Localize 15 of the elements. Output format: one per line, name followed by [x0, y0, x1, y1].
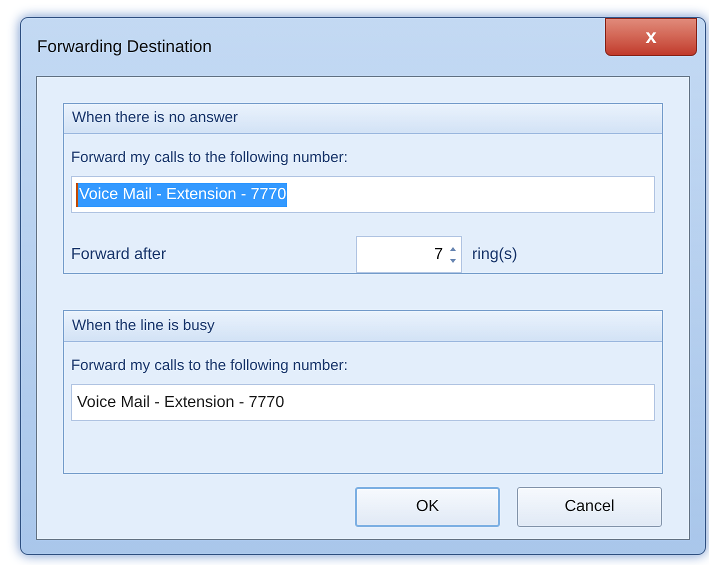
- field-label: Forward my calls to the following number:: [71, 356, 349, 376]
- field-value: Voice Mail - Extension - 7770: [76, 392, 286, 412]
- field-value: Voice Mail - Extension - 7770: [76, 182, 288, 206]
- rings-label: Forward after: [71, 244, 168, 264]
- spinner-arrows-icon[interactable]: [449, 244, 457, 264]
- window-title: Forwarding Destination: [37, 36, 212, 58]
- dialog-button[interactable]: OK: [355, 487, 500, 527]
- rings-spinner[interactable]: 7: [356, 236, 462, 273]
- field-label: Forward my calls to the following number:: [71, 148, 349, 168]
- group-header: When the line is busy: [64, 311, 662, 342]
- number-field[interactable]: Voice Mail - Extension - 7770: [71, 384, 655, 421]
- group-header: When there is no answer: [64, 104, 662, 134]
- close-button[interactable]: x: [605, 18, 697, 56]
- dialog-button[interactable]: Cancel: [517, 487, 662, 527]
- rings-unit: ring(s): [472, 244, 518, 264]
